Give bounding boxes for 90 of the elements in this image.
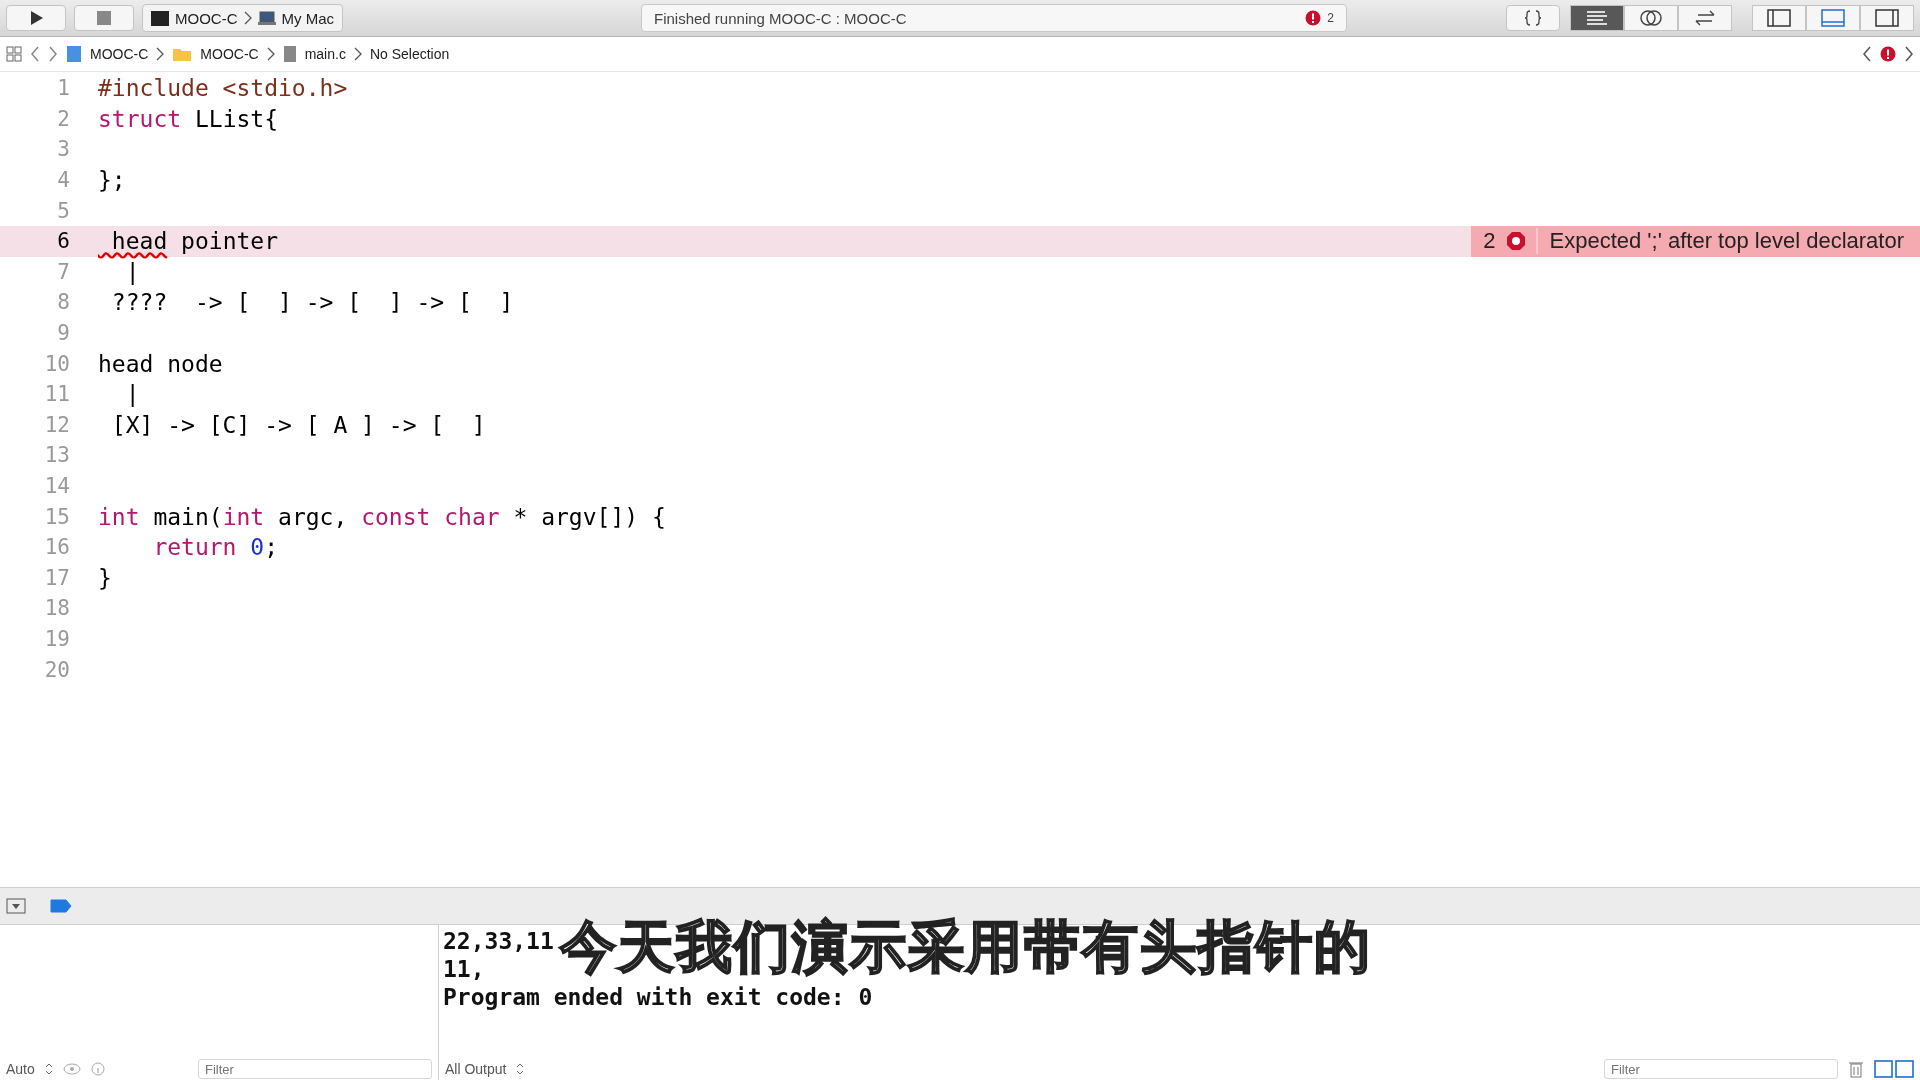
line-number: 7	[56, 259, 71, 284]
line-number: 2	[56, 106, 71, 131]
chevron-icon	[353, 47, 362, 61]
chevron-icon	[243, 11, 252, 25]
line-number: 15	[43, 504, 71, 529]
text-lines-icon	[1585, 9, 1609, 27]
swap-arrows-icon	[1693, 9, 1717, 27]
line-number: 18	[43, 596, 71, 621]
line-number: 19	[43, 627, 71, 651]
split-view-icon[interactable]	[1874, 1060, 1914, 1078]
error-count: 2	[1327, 11, 1334, 25]
code-line: ???? -> [ ] -> [ ] -> [ ]	[110, 289, 514, 316]
console-output-line: 11,	[443, 955, 485, 983]
hide-console-icon[interactable]	[6, 898, 26, 914]
project-icon	[66, 45, 82, 63]
path-item[interactable]: MOOC-C	[200, 46, 259, 62]
activity-view: Finished running MOOC-C : MOOC-C 2	[641, 4, 1347, 32]
line-number: 20	[43, 657, 71, 682]
overlapping-circles-icon	[1639, 8, 1663, 28]
line-number: 17	[43, 565, 71, 590]
path-item[interactable]: No Selection	[369, 46, 450, 62]
output-selector[interactable]: All Output	[445, 1061, 507, 1077]
path-item[interactable]: MOOC-C	[90, 46, 149, 62]
line-number: 13	[43, 443, 71, 468]
console-output-line: 22,33,11	[443, 927, 554, 955]
file-icon	[282, 45, 297, 63]
line-number: 3	[56, 137, 71, 162]
right-panel-icon	[1875, 9, 1899, 27]
code-line: |	[124, 381, 140, 408]
code-line: head node	[98, 350, 223, 377]
console-output-line: Program ended with exit code: 0	[443, 983, 873, 1011]
scope-selector[interactable]: Auto	[6, 1061, 35, 1077]
scheme-selector[interactable]: MOOC-C My Mac	[142, 4, 343, 32]
next-issue-icon[interactable]	[1904, 46, 1914, 62]
standard-editor-button[interactable]	[1570, 5, 1624, 31]
previous-issue-icon[interactable]	[1862, 46, 1872, 62]
forward-icon[interactable]	[48, 46, 58, 62]
chevron-icon	[266, 47, 275, 61]
grid-icon[interactable]	[6, 46, 22, 62]
subtitle-caption: 今天我们演示采用带有头指针的	[560, 914, 1372, 980]
stop-button[interactable]	[74, 5, 134, 31]
filter-field[interactable]: Filter	[198, 1059, 432, 1079]
line-number: 11	[43, 382, 71, 407]
braces-icon	[1523, 9, 1543, 27]
code-line: #include <stdio.h>	[98, 75, 348, 102]
issue-annotation[interactable]: 2 Expected ';' after top level declarator	[1471, 225, 1920, 257]
trash-icon[interactable]	[1848, 1060, 1864, 1078]
chevron-icon	[156, 47, 165, 61]
error-icon	[1305, 10, 1322, 26]
code-line: struct LList{	[98, 105, 279, 132]
stop-icon	[96, 10, 112, 26]
line-number: 6	[56, 229, 71, 254]
laptop-icon	[257, 10, 276, 26]
left-panel-icon	[1767, 9, 1791, 27]
error-icon[interactable]	[1880, 46, 1896, 62]
left-panel-toggle[interactable]	[1752, 5, 1806, 31]
right-panel-toggle[interactable]	[1860, 5, 1914, 31]
issue-count: 2	[1483, 228, 1496, 255]
code-line: |	[124, 258, 140, 285]
line-number: 1	[56, 76, 71, 101]
terminal-icon	[151, 10, 169, 26]
error-stop-icon	[1505, 231, 1526, 252]
assistant-editor-button[interactable]	[1624, 5, 1678, 31]
up-down-icon	[516, 1063, 525, 1075]
back-icon[interactable]	[30, 46, 40, 62]
breakpoint-icon[interactable]	[50, 899, 72, 913]
up-down-icon	[44, 1063, 53, 1075]
line-number: 16	[43, 535, 71, 560]
code-line: }	[98, 564, 112, 591]
code-line: };	[98, 167, 126, 194]
line-number: 4	[56, 168, 71, 193]
code-line: [X] -> [C] -> [ A ] -> [ ]	[110, 411, 486, 438]
bottom-panel-icon	[1821, 9, 1845, 27]
run-button[interactable]	[6, 5, 66, 31]
line-number: 12	[43, 412, 71, 437]
code-line: return 0;	[152, 534, 279, 561]
path-item[interactable]: main.c	[304, 46, 346, 62]
line-number: 14	[43, 474, 71, 498]
code-line: int main(int argc, const char * argv[]) {	[98, 503, 666, 530]
folder-icon	[172, 46, 193, 62]
line-number: 8	[56, 290, 71, 315]
line-number: 9	[56, 321, 71, 346]
code-line: head pointer	[110, 228, 279, 255]
line-number: 5	[56, 198, 71, 223]
bottom-panel-toggle[interactable]	[1806, 5, 1860, 31]
version-editor-button[interactable]	[1678, 5, 1732, 31]
line-number: 10	[43, 351, 71, 376]
issue-message: Expected ';' after top level declarator	[1535, 228, 1904, 255]
filter-field[interactable]: Filter	[1604, 1059, 1838, 1079]
braces-editor-button[interactable]	[1506, 5, 1560, 31]
